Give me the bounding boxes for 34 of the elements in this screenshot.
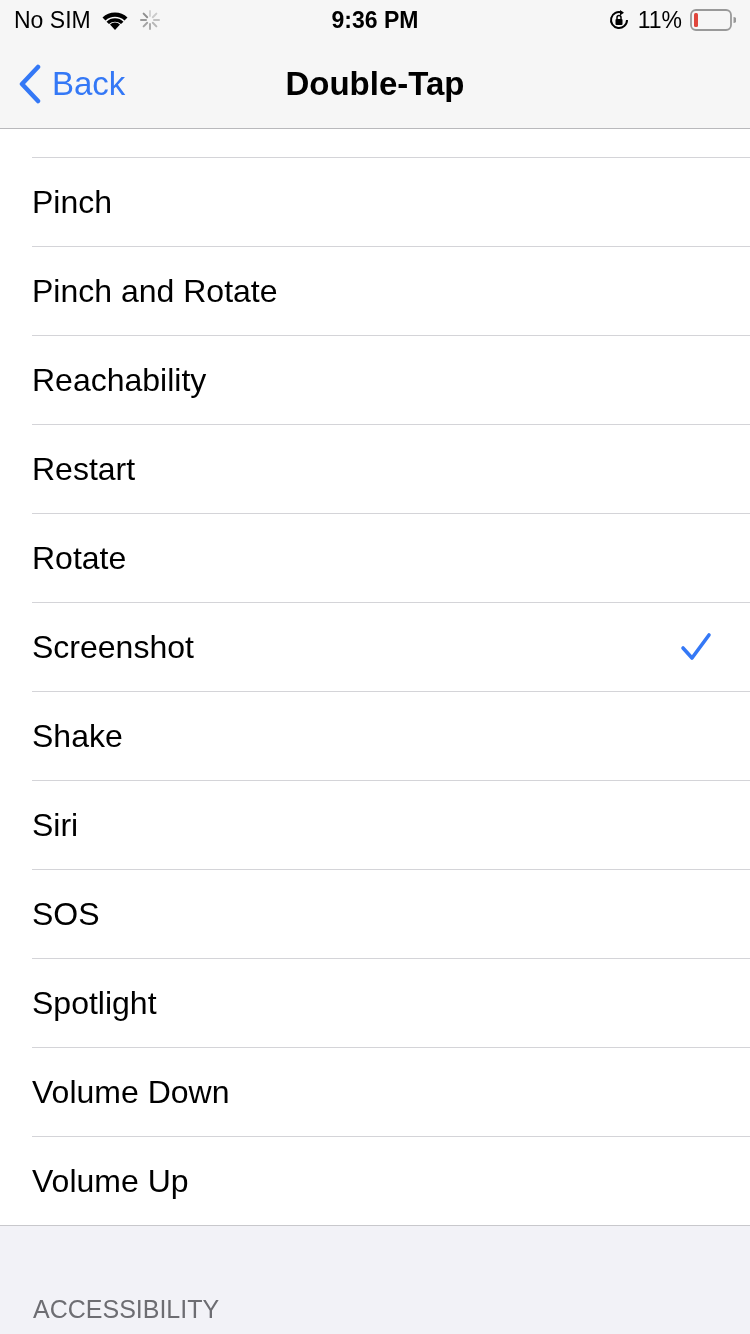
option-row[interactable]: Rotate	[32, 514, 750, 603]
carrier-label: No SIM	[14, 6, 91, 34]
option-label: Shake	[32, 717, 123, 755]
option-row[interactable]: Reachability	[32, 336, 750, 425]
option-label: Volume Down	[32, 1073, 230, 1111]
option-row[interactable]: Restart	[32, 425, 750, 514]
option-label: Pinch	[32, 183, 113, 221]
orientation-lock-icon	[607, 9, 630, 31]
option-row[interactable]: Volume Up	[32, 1137, 750, 1225]
option-label: Spotlight	[32, 984, 157, 1022]
option-row[interactable]: Screenshot	[32, 603, 750, 692]
option-label: Screenshot	[32, 628, 194, 666]
option-label: Restart	[32, 450, 136, 488]
back-button[interactable]: Back	[18, 64, 126, 104]
option-label: Rotate	[32, 539, 127, 577]
option-row[interactable]: Spotlight	[32, 959, 750, 1048]
loading-spinner-icon	[138, 9, 161, 31]
option-row[interactable]: Shake	[32, 692, 750, 781]
option-row[interactable]: Siri	[32, 781, 750, 870]
chevron-left-icon	[18, 64, 42, 104]
option-label: SOS	[32, 895, 100, 933]
section-header: ACCESSIBILITY	[33, 1295, 220, 1324]
option-label: Reachability	[32, 361, 207, 399]
option-label: Siri	[32, 806, 79, 844]
battery-percentage: 11%	[637, 6, 682, 34]
option-row[interactable]: Pinch and Rotate	[32, 247, 750, 336]
option-row[interactable]: Pinch	[32, 158, 750, 247]
time-label: 9:36 PM	[331, 6, 419, 34]
option-label: Pinch and Rotate	[32, 272, 278, 310]
page-title: Double-Tap	[285, 65, 465, 103]
battery-icon	[690, 8, 736, 32]
option-label: Volume Up	[32, 1162, 189, 1200]
option-row[interactable]: Volume Down	[32, 1048, 750, 1137]
option-row[interactable]: SOS	[32, 870, 750, 959]
